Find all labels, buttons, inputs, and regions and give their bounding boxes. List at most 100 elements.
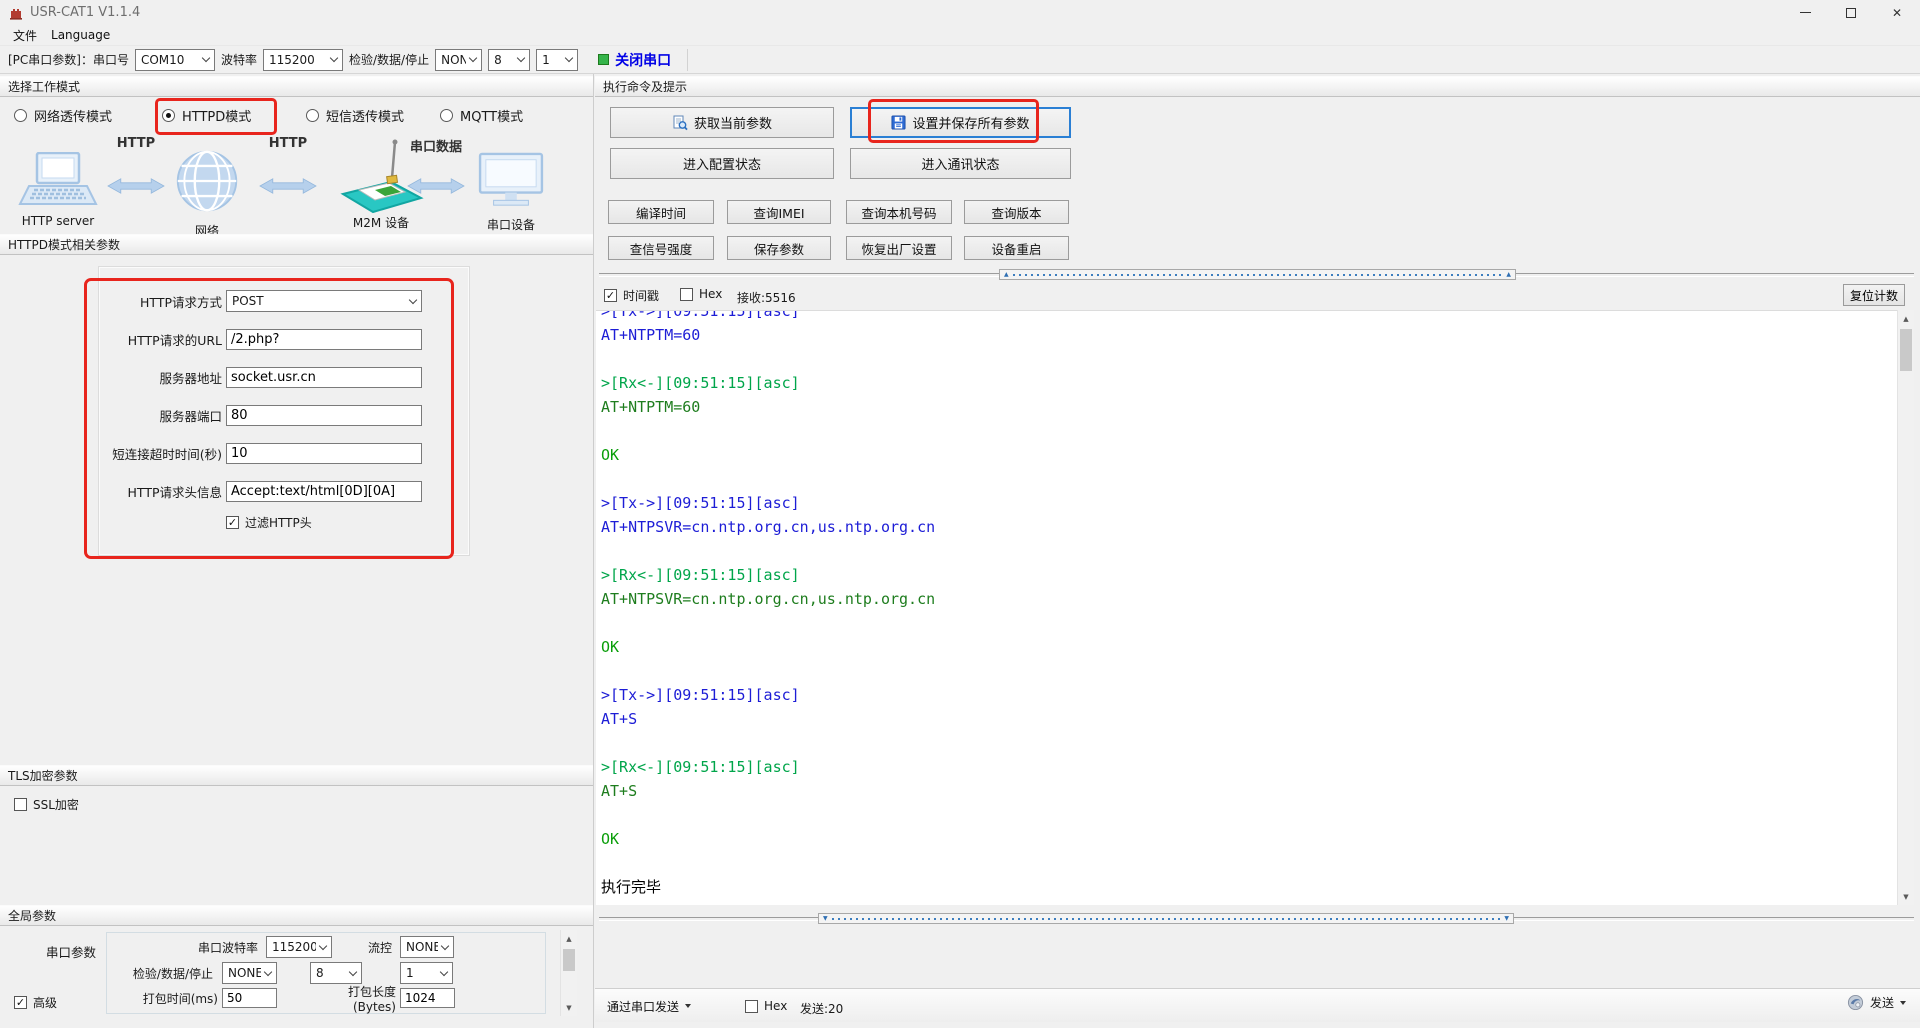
flow-control-label: 流控 — [340, 939, 392, 956]
timestamp-option[interactable]: 时间戳 — [604, 287, 659, 304]
close-icon[interactable]: ✕ — [1874, 0, 1920, 25]
global-parity-select[interactable]: NONE — [222, 962, 277, 984]
advanced-option[interactable]: 高级 — [14, 994, 57, 1011]
enter-comm-state-button[interactable]: 进入通讯状态 — [850, 148, 1071, 179]
log-line — [601, 659, 1897, 683]
http-method-select[interactable]: POST — [226, 290, 422, 312]
menubar: 文件 Language — [0, 25, 1920, 45]
save-all-params-button[interactable]: 设置并保存所有参数 — [850, 107, 1071, 138]
field-input-3[interactable] — [226, 367, 422, 388]
port-open-status-icon — [598, 54, 609, 65]
log-line — [601, 419, 1897, 443]
checkbox-icon[interactable] — [14, 798, 27, 811]
reset-counter-button[interactable]: 复位计数 — [1843, 284, 1905, 306]
field-label: 服务器地址 — [88, 368, 222, 387]
log-line — [601, 851, 1897, 875]
global-params-header: 全局参数 — [0, 905, 593, 926]
chevron-down-icon — [264, 967, 272, 975]
advanced-label: 高级 — [33, 994, 57, 1011]
chevron-down-icon — [330, 54, 338, 62]
splitter-slider[interactable]: ▲ ▲ — [999, 269, 1516, 280]
scroll-up-icon[interactable]: ▲ — [561, 930, 577, 947]
stopbits-select[interactable]: 1 — [536, 49, 578, 71]
scroll-thumb[interactable] — [1900, 329, 1912, 371]
serial-params-label: 串口参数 — [46, 942, 96, 961]
chevron-down-icon — [441, 941, 449, 949]
log-line: AT+NTPTM=60 — [601, 323, 1897, 347]
log-line: OK — [601, 443, 1897, 467]
caret-down-icon — [1900, 1001, 1906, 1005]
cmd-button-1[interactable]: 编译时间 — [608, 200, 714, 224]
parity-select[interactable]: NONI — [435, 49, 482, 71]
terminal-scrollbar[interactable]: ▲ ▼ — [1897, 310, 1914, 905]
cmd-button-4[interactable]: 查询版本 — [964, 200, 1069, 224]
cmd-button-8[interactable]: 设备重启 — [964, 236, 1069, 260]
form-row: HTTP请求的URL — [88, 328, 422, 350]
checkbox-icon[interactable] — [14, 996, 27, 1009]
menu-file[interactable]: 文件 — [6, 25, 44, 46]
horizontal-splitter-bottom[interactable]: ▼ ▼ — [599, 912, 1914, 925]
cmd-button-5[interactable]: 查信号强度 — [608, 236, 714, 260]
scroll-up-icon[interactable]: ▲ — [1898, 310, 1914, 327]
field-label: HTTP请求的URL — [88, 330, 222, 349]
chevron-down-icon — [349, 967, 357, 975]
field-input-2[interactable] — [226, 329, 422, 350]
hex-display-option[interactable]: Hex — [680, 287, 722, 301]
checkbox-icon[interactable] — [680, 288, 693, 301]
recv-count: 接收:5516 — [737, 289, 796, 306]
close-port-button[interactable]: 关闭串口 — [615, 50, 671, 70]
app-icon — [8, 5, 24, 21]
maximize-icon[interactable] — [1828, 0, 1874, 25]
field-input-6[interactable] — [226, 481, 422, 502]
packlen-input[interactable] — [400, 988, 455, 1008]
packtime-label: 打包时间(ms) — [110, 990, 218, 1007]
send-via-serial-button[interactable]: 通过串口发送 — [601, 994, 697, 1018]
packtime-input[interactable] — [222, 988, 277, 1008]
log-line: >[Tx->][09:51:15][asc] — [601, 683, 1897, 707]
com-port-select[interactable]: COM10 — [135, 49, 215, 71]
log-terminal[interactable]: >[Tx->][09:51:15][asc]AT+NTPTM=60 >[Rx<-… — [596, 310, 1897, 905]
checkbox-icon[interactable] — [226, 516, 239, 529]
slider-dots — [832, 918, 1501, 920]
select-value: POST — [232, 294, 264, 308]
log-line: AT+S — [601, 779, 1897, 803]
cmd-button-3[interactable]: 查询本机号码 — [846, 200, 952, 224]
horizontal-splitter-top[interactable]: ▲ ▲ — [599, 268, 1914, 281]
window-title: USR-CAT1 V1.1.4 — [30, 5, 140, 20]
get-params-button[interactable]: 获取当前参数 — [610, 107, 834, 138]
splitter-slider[interactable]: ▼ ▼ — [818, 913, 1514, 924]
form-row: HTTP请求头信息 — [88, 480, 422, 502]
ssl-option[interactable]: SSL加密 — [14, 796, 79, 813]
global-baud-select[interactable]: 115200 — [266, 936, 332, 958]
flow-control-select[interactable]: NONE — [400, 936, 454, 958]
enter-config-state-button[interactable]: 进入配置状态 — [610, 148, 834, 179]
cmd-button-2[interactable]: 查询IMEI — [727, 200, 831, 224]
baud-select[interactable]: 115200 — [263, 49, 343, 71]
cmd-button-7[interactable]: 恢复出厂设置 — [846, 236, 952, 260]
serial-toolbar: [PC串口参数]：串口号 COM10 波特率 115200 检验/数据/停止 N… — [0, 45, 1920, 74]
global-databits-select[interactable]: 8 — [310, 962, 362, 984]
databits-select[interactable]: 8 — [488, 49, 530, 71]
scroll-down-icon[interactable]: ▼ — [1898, 888, 1914, 905]
checkbox-icon[interactable] — [604, 289, 617, 302]
sent-count: 发送:20 — [800, 1000, 843, 1017]
scroll-down-icon[interactable]: ▼ — [561, 999, 577, 1016]
scroll-thumb[interactable] — [563, 949, 575, 971]
cmd-button-6[interactable]: 保存参数 — [727, 236, 831, 260]
slider-arrow-icon: ▲ — [1506, 272, 1511, 278]
send-button[interactable]: 发送 — [1847, 994, 1906, 1011]
minimize-icon[interactable] — [1782, 0, 1828, 25]
filter-http-header-option[interactable]: 过滤HTTP头 — [226, 514, 312, 531]
httpd-form: HTTP请求方式POSTHTTP请求的URL服务器地址服务器端口短连接超时时间(… — [0, 74, 594, 556]
field-input-5[interactable] — [226, 443, 422, 464]
checkbox-icon[interactable] — [745, 1000, 758, 1013]
send-hex-option[interactable]: Hex — [745, 999, 787, 1013]
global-stopbits-select[interactable]: 1 — [400, 962, 453, 984]
global-scrollbar[interactable]: ▲ ▼ — [560, 930, 577, 1016]
field-input-4[interactable] — [226, 405, 422, 426]
form-row: 服务器端口 — [88, 404, 422, 426]
menu-language[interactable]: Language — [44, 26, 117, 44]
config-panel: 选择工作模式 网络透传模式HTTPD模式短信透传模式MQTT模式 — [0, 74, 594, 1028]
log-line — [601, 611, 1897, 635]
slider-arrow-icon: ▼ — [1504, 916, 1509, 922]
